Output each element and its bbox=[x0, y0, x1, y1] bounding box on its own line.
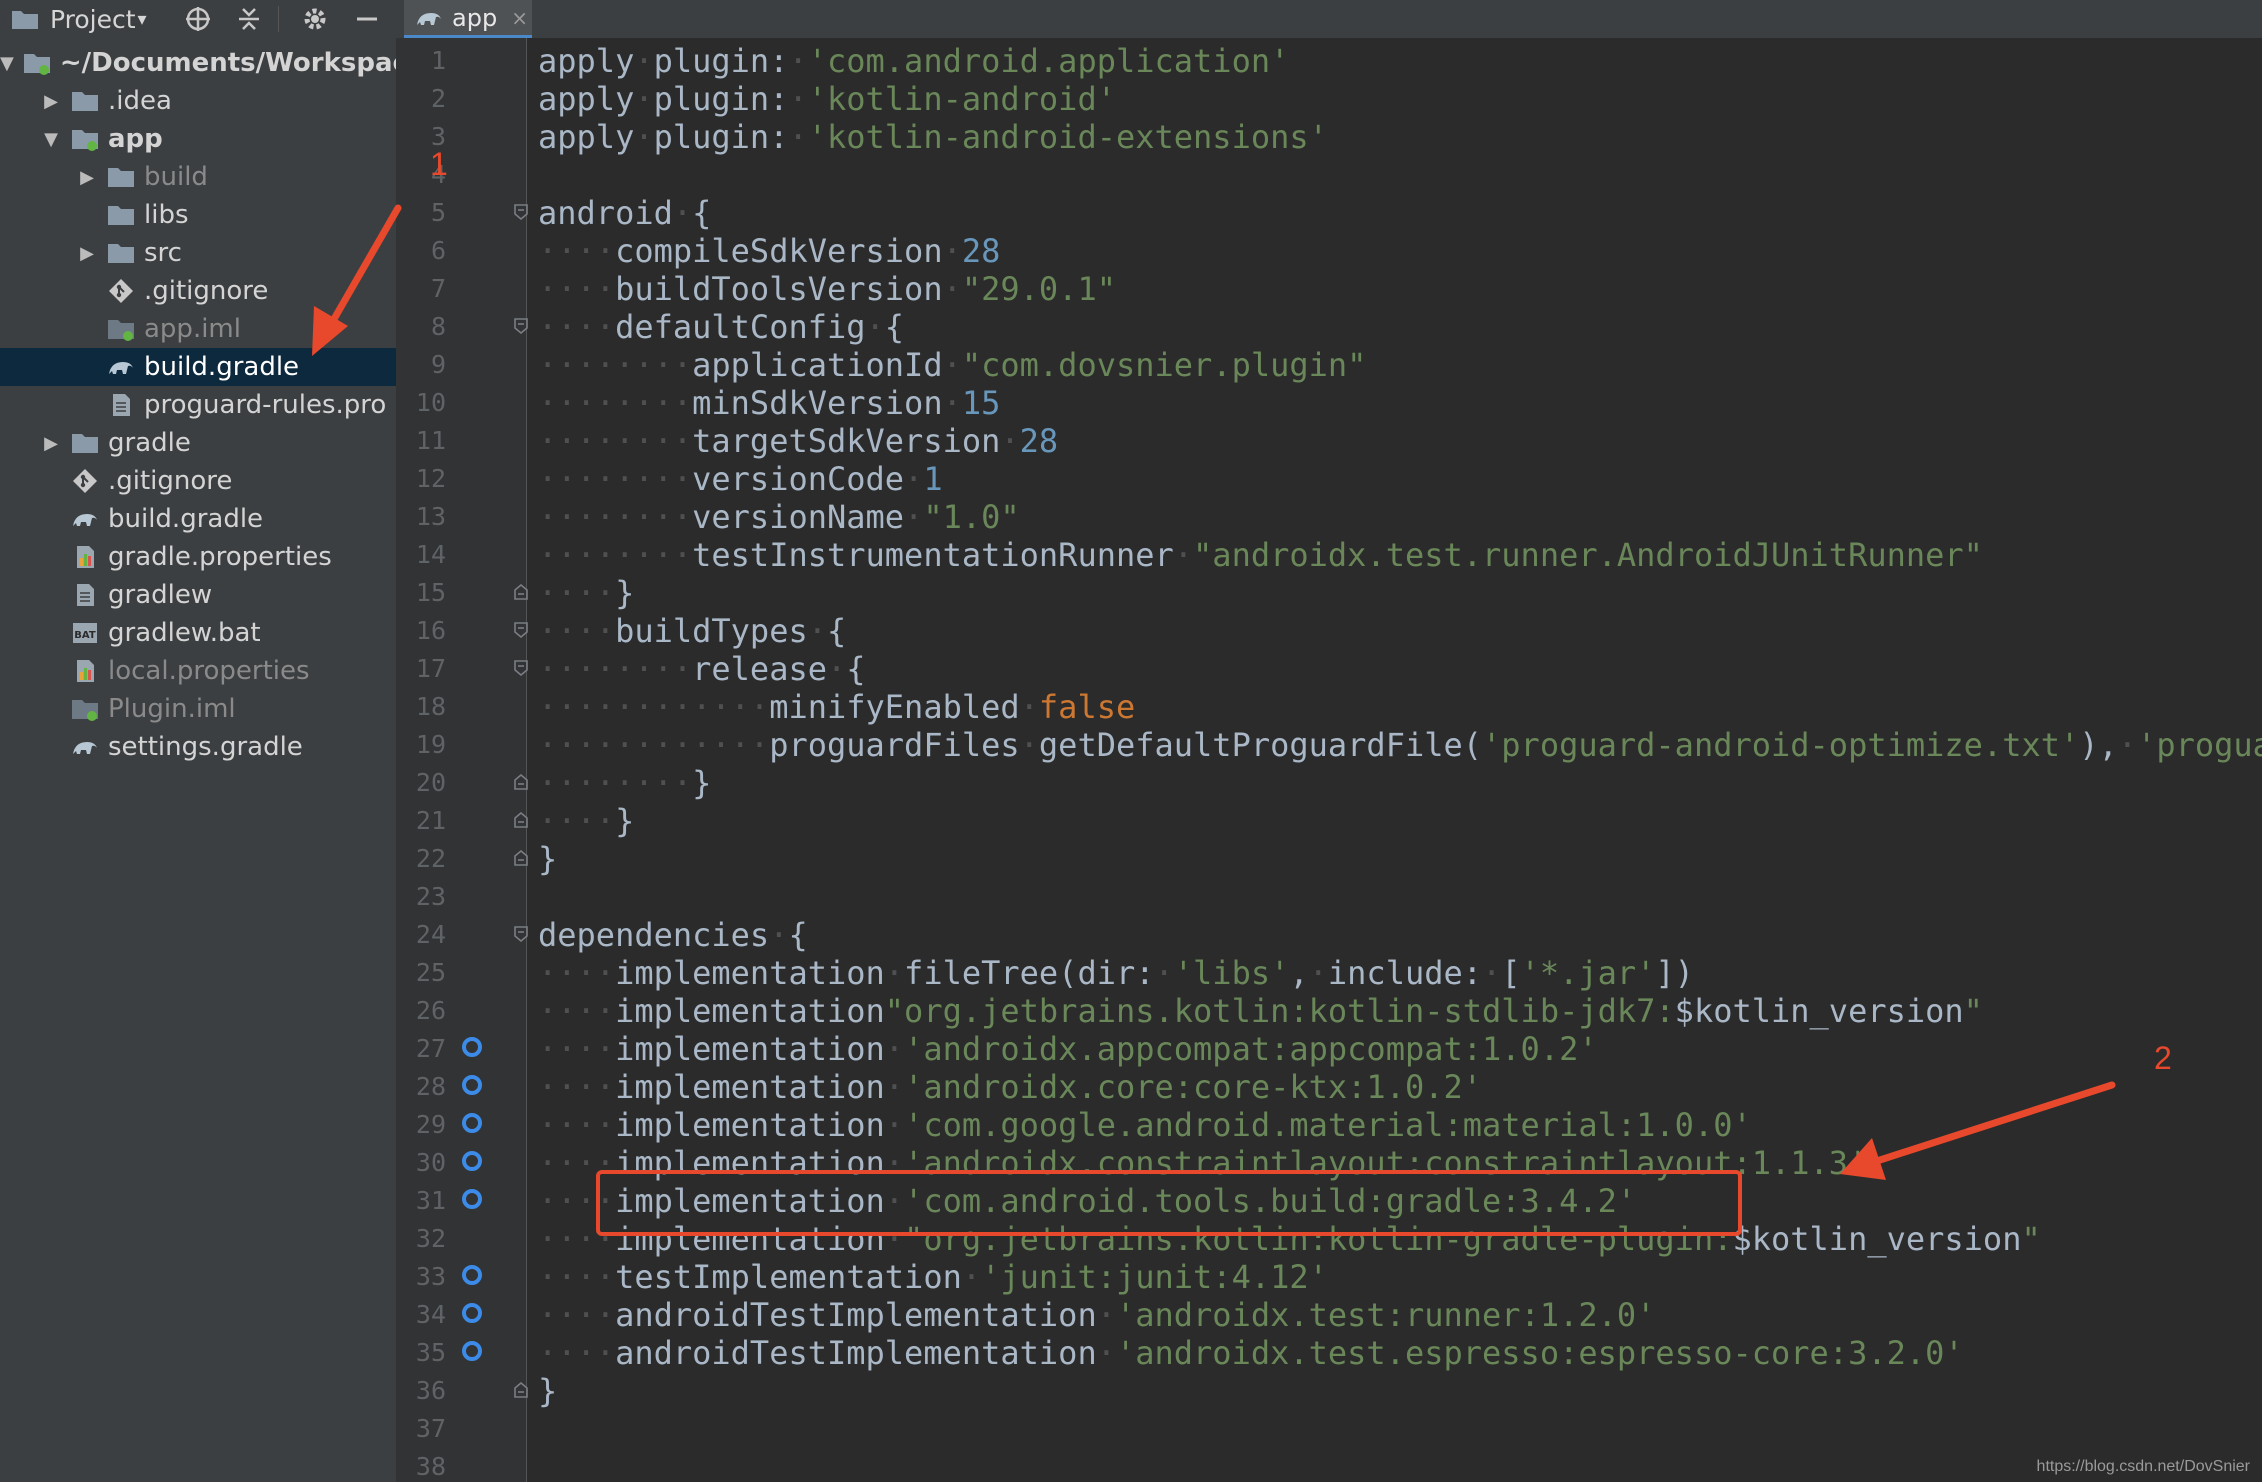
watermark: https://blog.csdn.net/DovSnier bbox=[2036, 1458, 2250, 1475]
annotation-arrow-1 bbox=[312, 204, 402, 356]
annotation-arrows bbox=[312, 204, 2116, 1180]
annotation-arrow-2 bbox=[1840, 1081, 2116, 1180]
